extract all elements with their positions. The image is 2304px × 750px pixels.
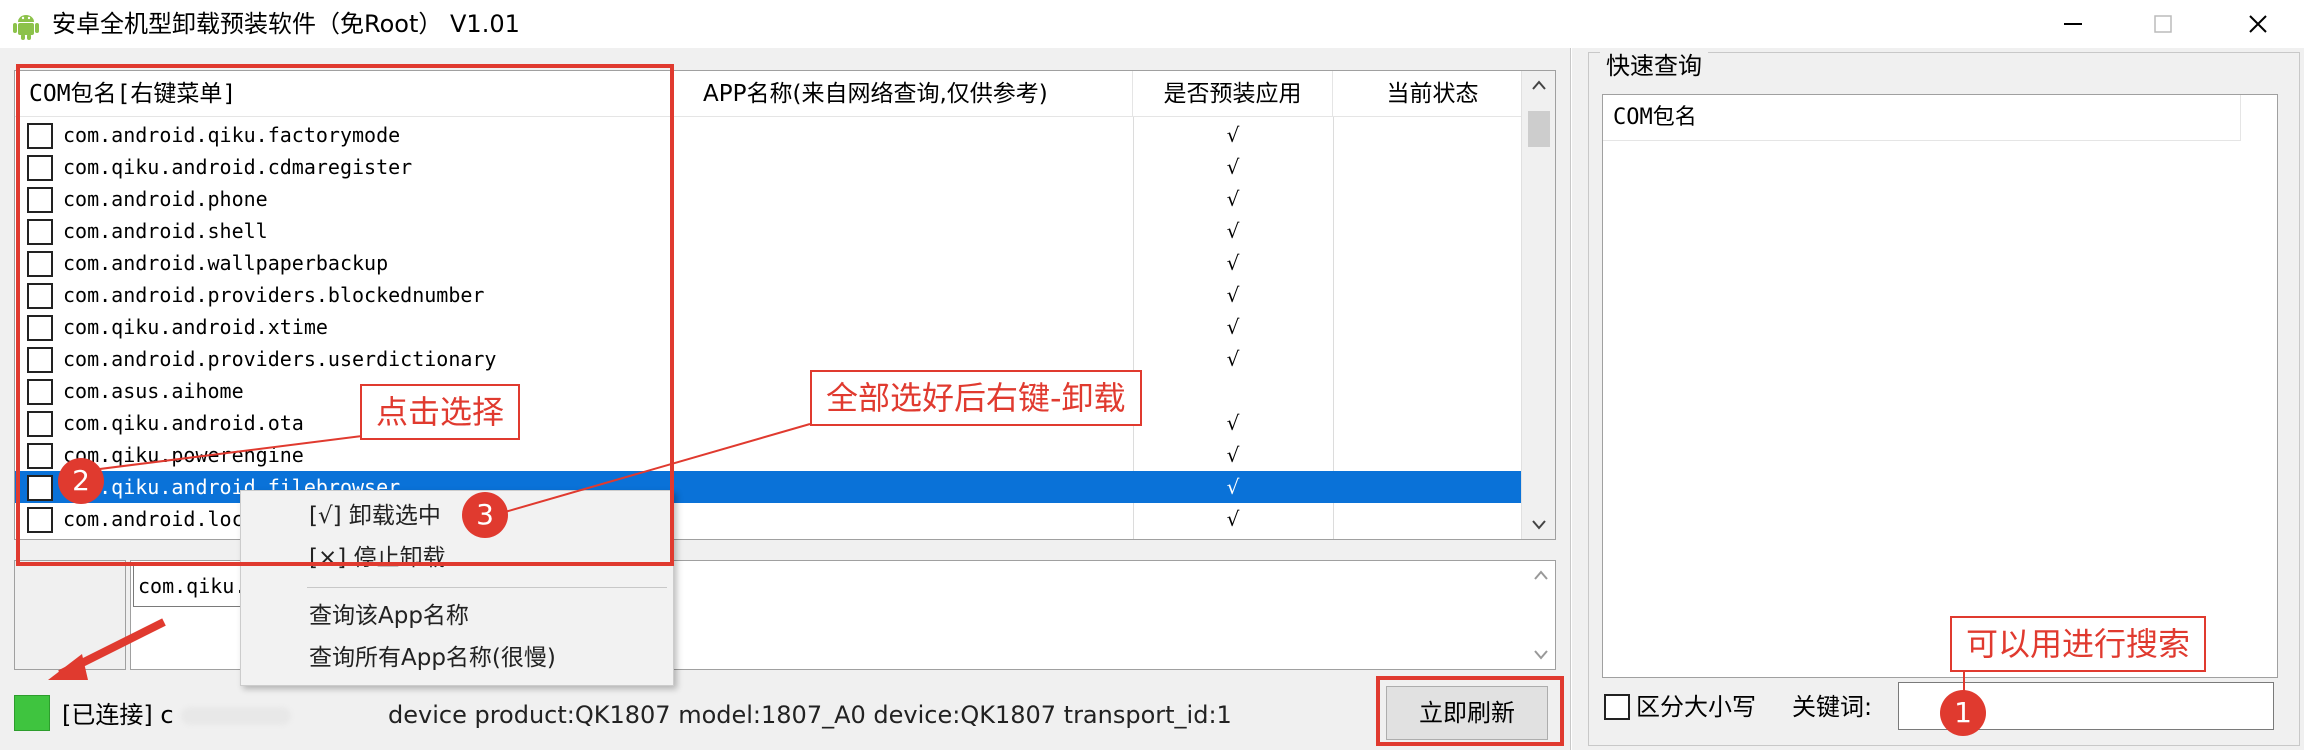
annotation-search-hint: 可以用进行搜索 (1950, 616, 2207, 672)
highlight-package-column (16, 64, 674, 566)
annotation-right-click-uninstall: 全部选好后右键-卸载 (810, 370, 1142, 426)
highlight-refresh-button (1376, 676, 1564, 746)
annotation-click-select: 点击选择 (360, 384, 521, 440)
step-badge-2: 2 (58, 458, 104, 504)
step-badge-3: 3 (462, 492, 508, 538)
step-badge-1: 1 (1940, 690, 1986, 736)
arrow-head-icon (48, 654, 88, 680)
